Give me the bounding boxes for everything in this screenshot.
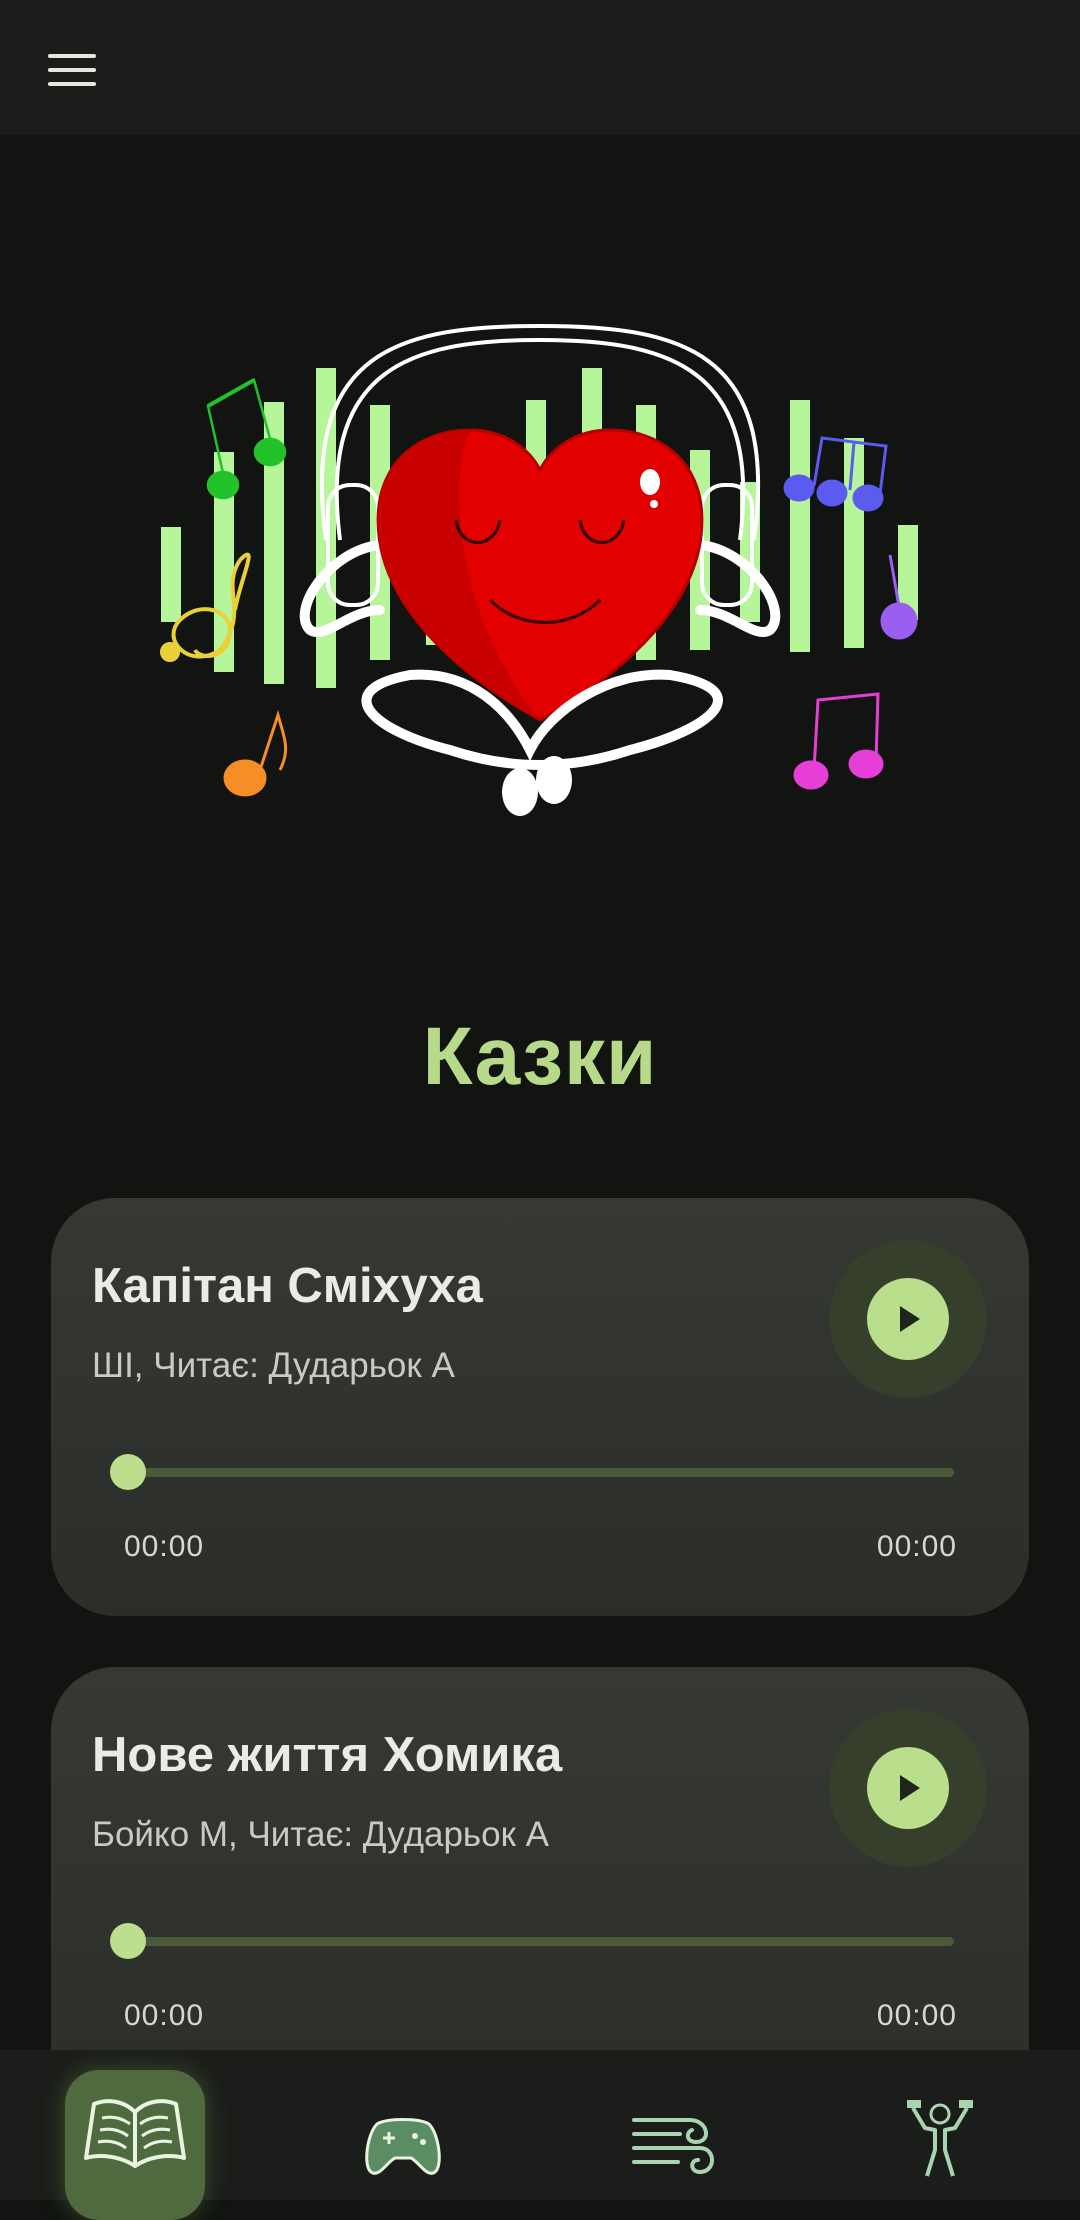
progress-track[interactable]: [127, 1468, 954, 1477]
hero-illustration: [160, 323, 918, 816]
menu-button[interactable]: [40, 38, 104, 102]
book-icon: [84, 2099, 186, 2168]
nav-exercise[interactable]: [870, 2070, 1010, 2200]
current-time: 00:00: [124, 1999, 205, 2032]
gamepad-icon: [365, 2118, 441, 2175]
wind-icon: [632, 2118, 714, 2175]
page-title: Казки: [422, 1011, 658, 1102]
exercise-icon: [907, 2100, 973, 2177]
top-app-bar: [0, 0, 1080, 135]
progress-track[interactable]: [127, 1937, 954, 1946]
play-button[interactable]: [829, 1240, 987, 1398]
hamburger-menu-icon: [48, 54, 96, 86]
nav-tales[interactable]: [65, 2070, 205, 2220]
bottom-navigation: [0, 2050, 1080, 2220]
pink-notes: [793, 692, 884, 790]
progress-thumb[interactable]: [110, 1923, 146, 1959]
right-arm: [695, 540, 781, 637]
tale-title: Нове життя Хомика: [92, 1728, 563, 1782]
tale-author: ШІ, Читає: Дударьок А: [92, 1346, 455, 1385]
nav-breathing[interactable]: [605, 2070, 745, 2200]
play-button[interactable]: [829, 1709, 987, 1867]
duration: 00:00: [876, 1530, 957, 1563]
play-icon: [900, 1775, 920, 1801]
tale-author: Бойко М, Читає: Дударьок А: [92, 1815, 550, 1854]
orange-note: [223, 709, 288, 797]
nav-games[interactable]: [333, 2070, 473, 2200]
current-time: 00:00: [124, 1530, 205, 1563]
duration: 00:00: [876, 1999, 957, 2032]
play-icon: [900, 1306, 920, 1332]
progress-thumb[interactable]: [110, 1454, 146, 1490]
tale-card: Капітан Сміхуха ШІ, Читає: Дударьок А 00…: [51, 1198, 1029, 1616]
tale-title: Капітан Сміхуха: [92, 1259, 483, 1313]
